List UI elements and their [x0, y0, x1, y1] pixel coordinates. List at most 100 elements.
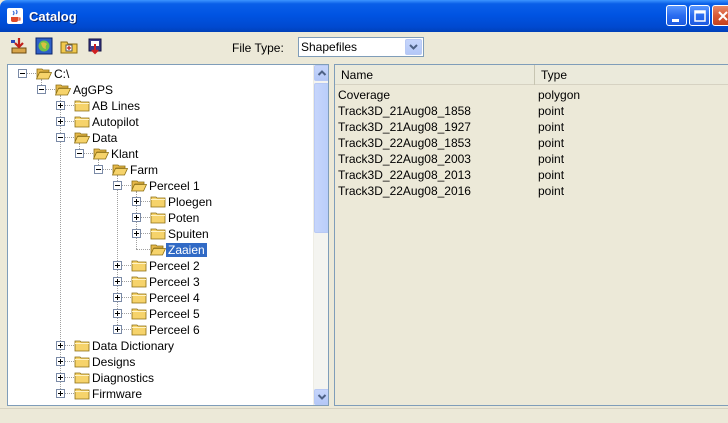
tree-node[interactable]: Zaaien: [150, 242, 207, 258]
java-cup-icon: [7, 8, 23, 24]
folder-icon: [74, 100, 90, 112]
expand-toggle[interactable]: [113, 309, 122, 318]
tree-vertical-scrollbar[interactable]: [313, 65, 328, 405]
tree-node[interactable]: Perceel 1: [131, 178, 202, 194]
tree-node-label: Poten: [168, 210, 200, 225]
expand-toggle[interactable]: [56, 357, 65, 366]
collapse-toggle[interactable]: [75, 149, 84, 158]
list-row[interactable]: Track3D_22Aug08_2016 point: [335, 183, 728, 199]
tree-node[interactable]: Designs: [74, 354, 137, 370]
tree-node-label: Farm: [130, 162, 158, 177]
folder-icon: [150, 212, 166, 224]
minimize-icon: [672, 19, 679, 22]
tree-node[interactable]: Perceel 4: [131, 290, 202, 306]
list-row[interactable]: Track3D_21Aug08_1858 point: [335, 103, 728, 119]
tree-node-label: Perceel 4: [149, 290, 200, 305]
close-button[interactable]: [712, 5, 728, 26]
tree-node[interactable]: C:\: [36, 66, 71, 82]
tree-node-label: Perceel 1: [149, 178, 200, 193]
tree-node-label: Perceel 3: [149, 274, 200, 289]
folder-icon: [150, 228, 166, 240]
collapse-toggle[interactable]: [18, 69, 27, 78]
import-icon[interactable]: [10, 37, 28, 55]
file-type-label: File Type:: [232, 41, 284, 55]
row-name: Track3D_21Aug08_1858: [338, 104, 471, 118]
status-bar: [0, 408, 728, 423]
list-row[interactable]: Coverage polygon: [335, 87, 728, 103]
row-name: Track3D_22Aug08_1853: [338, 136, 471, 150]
list-row[interactable]: Track3D_22Aug08_2013 point: [335, 167, 728, 183]
delete-icon[interactable]: [86, 37, 104, 55]
expand-toggle[interactable]: [113, 277, 122, 286]
expand-toggle[interactable]: [113, 325, 122, 334]
tree-node[interactable]: Autopilot: [74, 114, 141, 130]
tree-node[interactable]: Perceel 2: [131, 258, 202, 274]
tree-node[interactable]: Data: [74, 130, 119, 146]
collapse-toggle[interactable]: [37, 85, 46, 94]
tree-node-label: Spuiten: [168, 226, 209, 241]
chevron-down-icon: [409, 44, 418, 50]
expand-toggle[interactable]: [56, 341, 65, 350]
expand-toggle[interactable]: [56, 373, 65, 382]
title-bar[interactable]: Catalog: [0, 0, 728, 32]
tree-node[interactable]: Ploegen: [150, 194, 214, 210]
scroll-thumb[interactable]: [314, 83, 328, 233]
list-row[interactable]: Track3D_22Aug08_1853 point: [335, 135, 728, 151]
globe-icon[interactable]: [35, 37, 53, 55]
tree-node[interactable]: Farm: [112, 162, 160, 178]
row-type: point: [538, 168, 565, 182]
tree-node[interactable]: Firmware: [74, 386, 144, 402]
tree-node-label: Autopilot: [92, 114, 139, 129]
list-row[interactable]: Track3D_21Aug08_1927 point: [335, 119, 728, 135]
row-name: Track3D_22Aug08_2016: [338, 184, 471, 198]
expand-toggle[interactable]: [132, 229, 141, 238]
tree-node[interactable]: Spuiten: [150, 226, 211, 242]
tree-node[interactable]: Perceel 3: [131, 274, 202, 290]
expand-toggle[interactable]: [132, 197, 141, 206]
tree-node[interactable]: AgGPS: [55, 82, 115, 98]
expand-toggle[interactable]: [113, 293, 122, 302]
expand-toggle[interactable]: [56, 117, 65, 126]
list-row[interactable]: Track3D_22Aug08_2003 point: [335, 151, 728, 167]
tree-node[interactable]: Poten: [150, 210, 201, 226]
file-list[interactable]: Name Type Coverage polygon Track3D_21Aug08…: [334, 64, 728, 406]
collapse-toggle[interactable]: [56, 133, 65, 142]
folder-icon: [74, 388, 90, 400]
collapse-toggle[interactable]: [113, 181, 122, 190]
tree-node-label: Zaaien: [166, 242, 207, 257]
tree-node-label: AgGPS: [73, 82, 114, 97]
tree-node[interactable]: Diagnostics: [74, 370, 156, 386]
dropdown-arrow-button[interactable]: [405, 39, 422, 55]
tree-node[interactable]: Klant: [93, 146, 140, 162]
row-type: point: [538, 184, 565, 198]
open-folder-icon: [150, 244, 166, 256]
folder-icon: [74, 116, 90, 128]
minimize-button[interactable]: [666, 5, 687, 26]
new-folder-icon[interactable]: [60, 37, 78, 55]
folder-icon: [131, 276, 147, 288]
column-header-name[interactable]: Name: [335, 65, 535, 85]
collapse-toggle[interactable]: [94, 165, 103, 174]
file-type-dropdown[interactable]: Shapefiles: [298, 37, 424, 57]
column-header-type[interactable]: Type: [535, 65, 728, 85]
tree-node-label: Perceel 6: [149, 322, 200, 337]
expand-toggle[interactable]: [56, 389, 65, 398]
folder-tree[interactable]: C:\ AgGPS AB Lines Autopilot Data Klant Farm Pe…: [7, 64, 329, 406]
tree-node[interactable]: AB Lines: [74, 98, 142, 114]
folder-icon: [74, 372, 90, 384]
catalog-window: Catalog File Type: Shapefiles C:\ AgGPS …: [0, 0, 728, 423]
expand-toggle[interactable]: [113, 261, 122, 270]
tree-node-label: Data: [92, 130, 118, 145]
maximize-button[interactable]: [689, 5, 710, 26]
tree-node[interactable]: Perceel 6: [131, 322, 202, 338]
expand-toggle[interactable]: [132, 213, 141, 222]
expand-toggle[interactable]: [56, 101, 65, 110]
open-folder-icon: [112, 164, 128, 176]
scroll-up-button[interactable]: [314, 65, 328, 81]
tree-node[interactable]: Data Dictionary: [74, 338, 176, 354]
close-icon: [718, 11, 728, 21]
folder-icon: [131, 324, 147, 336]
tree-connector: [117, 175, 118, 329]
scroll-down-button[interactable]: [314, 389, 328, 405]
tree-node[interactable]: Perceel 5: [131, 306, 202, 322]
